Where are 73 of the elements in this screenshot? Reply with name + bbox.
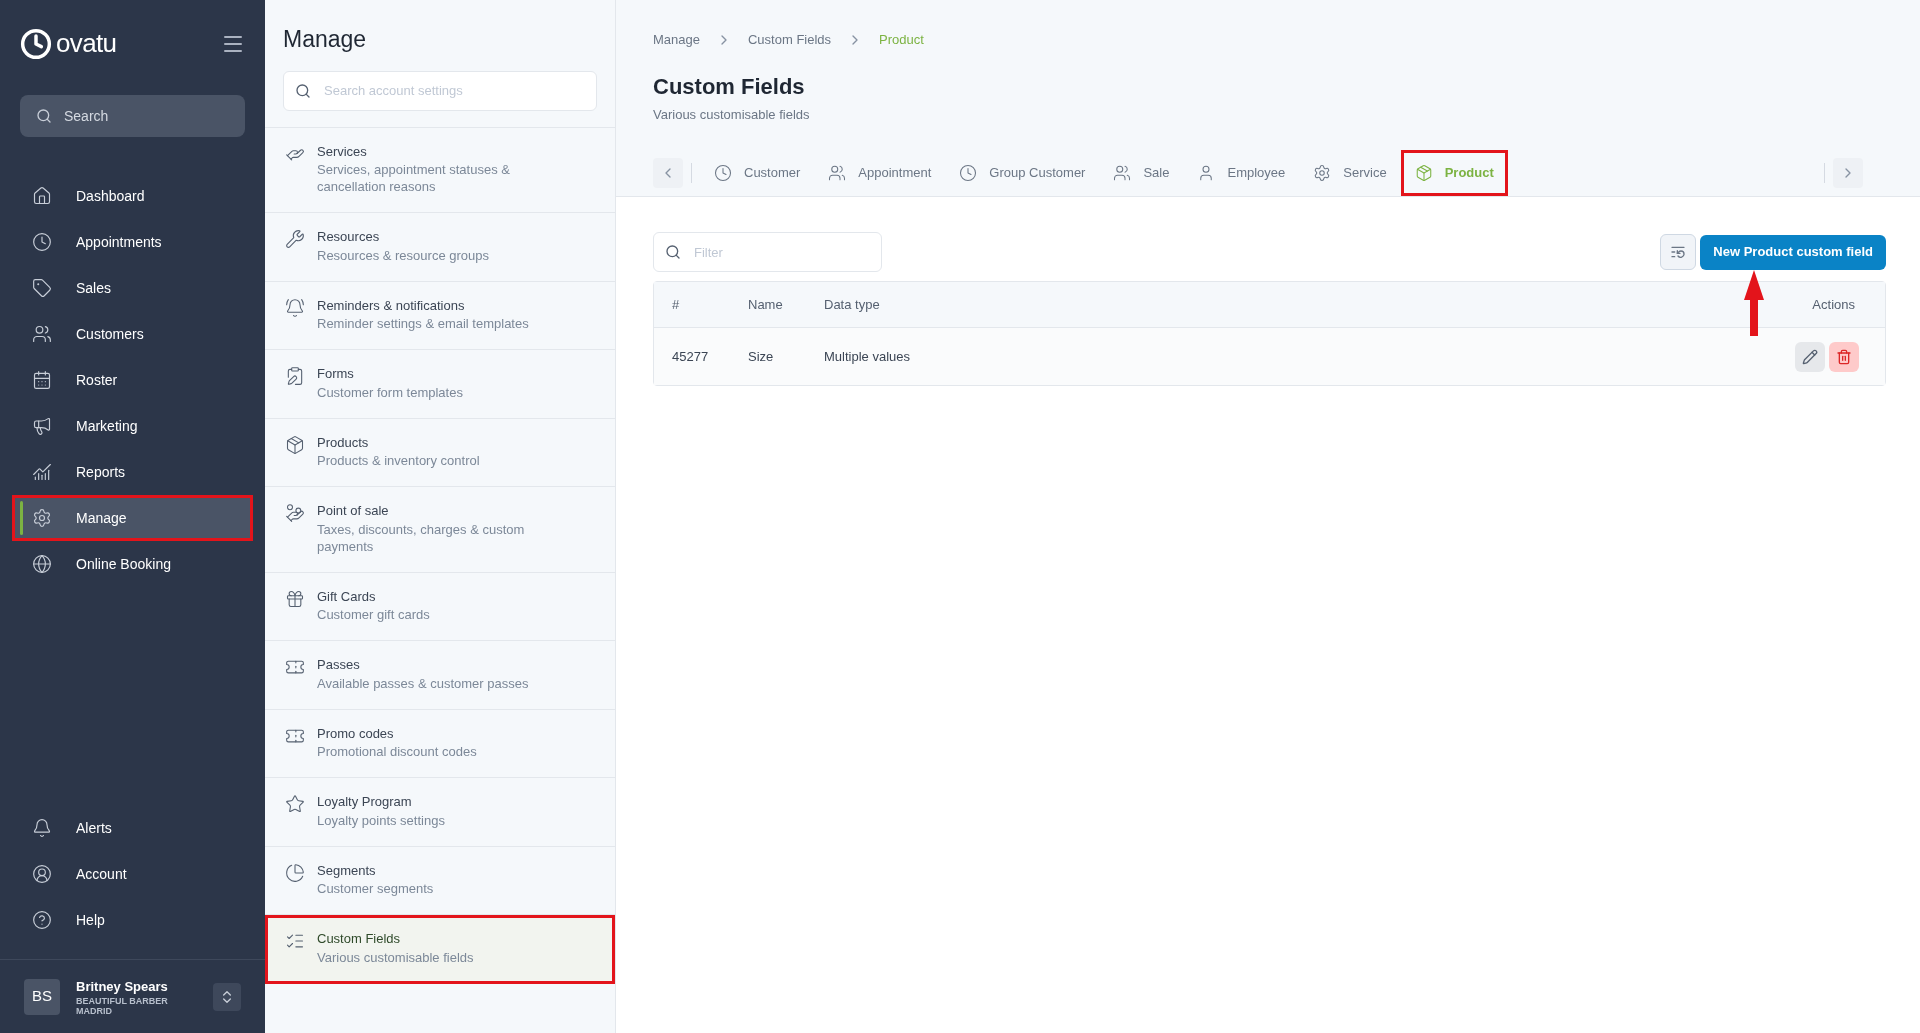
search-field[interactable]: Search bbox=[20, 95, 245, 137]
nav-item[interactable]: Alerts bbox=[12, 805, 253, 851]
item-title: Reminders & notifications bbox=[317, 296, 466, 315]
item-title: Loyalty Program bbox=[317, 793, 413, 811]
item-title: Gift Cards bbox=[317, 587, 377, 606]
item-description: Services, appointment statuses & cancellation reasons bbox=[317, 161, 511, 195]
settings-item[interactable]: Products Products & inventory control bbox=[265, 418, 615, 487]
nav-item[interactable]: Dashboard bbox=[12, 173, 253, 219]
settings-item[interactable]: Resources Resources & resource groups bbox=[265, 213, 615, 282]
nav-item[interactable]: Marketing bbox=[12, 403, 253, 449]
settings-item[interactable]: Gift Cards Customer gift cards bbox=[265, 572, 615, 641]
item-description: Taxes, discounts, charges & custom payments bbox=[317, 520, 526, 555]
column-header: # bbox=[672, 295, 681, 314]
tab[interactable]: Sale bbox=[1099, 150, 1184, 196]
filter-field[interactable]: Filter bbox=[653, 232, 882, 272]
item-description: Customer gift cards bbox=[317, 606, 431, 623]
settings-item[interactable]: Promo codes Promotional discount codes bbox=[265, 709, 615, 778]
item-title: Passes bbox=[317, 656, 361, 674]
business-name: BEAUTIFUL BARBER MADRID bbox=[76, 996, 169, 1017]
tab[interactable]: Employee bbox=[1183, 150, 1300, 196]
item-title: Resources bbox=[317, 228, 381, 246]
tab[interactable]: Group Customer bbox=[945, 150, 1100, 196]
column-header: Data type bbox=[824, 295, 881, 314]
user-name: Britney Spears bbox=[76, 977, 169, 996]
page-subtitle: Various customisable fields bbox=[653, 105, 811, 124]
breadcrumb-link[interactable]: Custom Fields bbox=[748, 30, 832, 50]
item-description: Reminder settings & email templates bbox=[317, 315, 530, 332]
settings-item[interactable]: Services Services, appointment statuses & cancellation reasons bbox=[265, 127, 615, 213]
item-description: Promotional discount codes bbox=[317, 743, 478, 760]
item-title: Forms bbox=[317, 365, 355, 383]
item-description: Customer segments bbox=[317, 880, 435, 897]
nav-item[interactable]: Account bbox=[12, 851, 253, 897]
user-avatar: BS bbox=[24, 978, 60, 1015]
item-title: Promo codes bbox=[317, 724, 395, 743]
table-cell-text: Size bbox=[748, 347, 775, 366]
nav-item[interactable]: Manage bbox=[12, 495, 253, 541]
logo-text: ovatu bbox=[56, 27, 117, 60]
settings-item[interactable]: Point of sale Taxes, discounts, charges & custom payments bbox=[265, 487, 615, 573]
tab[interactable]: Customer bbox=[700, 150, 815, 196]
nav-item[interactable]: Appointments bbox=[12, 219, 253, 265]
item-title: Segments bbox=[317, 861, 377, 880]
settings-item[interactable]: Passes Available passes & customer passes bbox=[265, 641, 615, 710]
settings-item[interactable]: Custom Fields Various customisable fields bbox=[265, 915, 615, 984]
table-cell-text: Multiple values bbox=[824, 347, 911, 366]
nav-item[interactable]: Reports bbox=[12, 449, 253, 495]
item-description: Customer form templates bbox=[317, 383, 464, 401]
settings-item[interactable]: Loyalty Program Loyalty points settings bbox=[265, 778, 615, 847]
item-description: Various customisable fields bbox=[317, 948, 475, 966]
column-header: Actions bbox=[1811, 295, 1856, 314]
item-title: Services bbox=[317, 142, 368, 161]
item-title: Point of sale bbox=[317, 502, 390, 520]
breadcrumb-link[interactable]: Manage bbox=[653, 30, 700, 50]
tab[interactable]: Service bbox=[1299, 150, 1401, 196]
settings-search-field[interactable]: Search account settings bbox=[283, 70, 597, 111]
item-description: Available passes & customer passes bbox=[317, 674, 530, 692]
table-cell-text: 45277 bbox=[672, 347, 710, 366]
item-title: Custom Fields bbox=[317, 930, 402, 948]
nav-item[interactable]: Help bbox=[12, 897, 253, 943]
tab[interactable]: Appointment bbox=[814, 150, 946, 196]
column-header: Name bbox=[748, 295, 784, 314]
page-title: Custom Fields bbox=[653, 72, 806, 101]
nav-item[interactable]: Customers bbox=[12, 311, 253, 357]
item-description: Products & inventory control bbox=[317, 452, 481, 469]
item-title: Products bbox=[317, 433, 370, 452]
panel-title: Manage bbox=[282, 25, 368, 54]
settings-item[interactable]: Forms Customer form templates bbox=[265, 350, 615, 419]
nav-item[interactable]: Sales bbox=[12, 265, 253, 311]
nav-item[interactable]: Roster bbox=[12, 357, 253, 403]
item-description: Resources & resource groups bbox=[317, 246, 490, 264]
nav-item[interactable]: Online Booking bbox=[12, 541, 253, 587]
settings-item[interactable]: Reminders & notifications Reminder settings & email templates bbox=[265, 281, 615, 350]
item-description: Loyalty points settings bbox=[317, 811, 446, 829]
new-custom-field-button[interactable]: New Product custom field bbox=[1700, 234, 1886, 270]
